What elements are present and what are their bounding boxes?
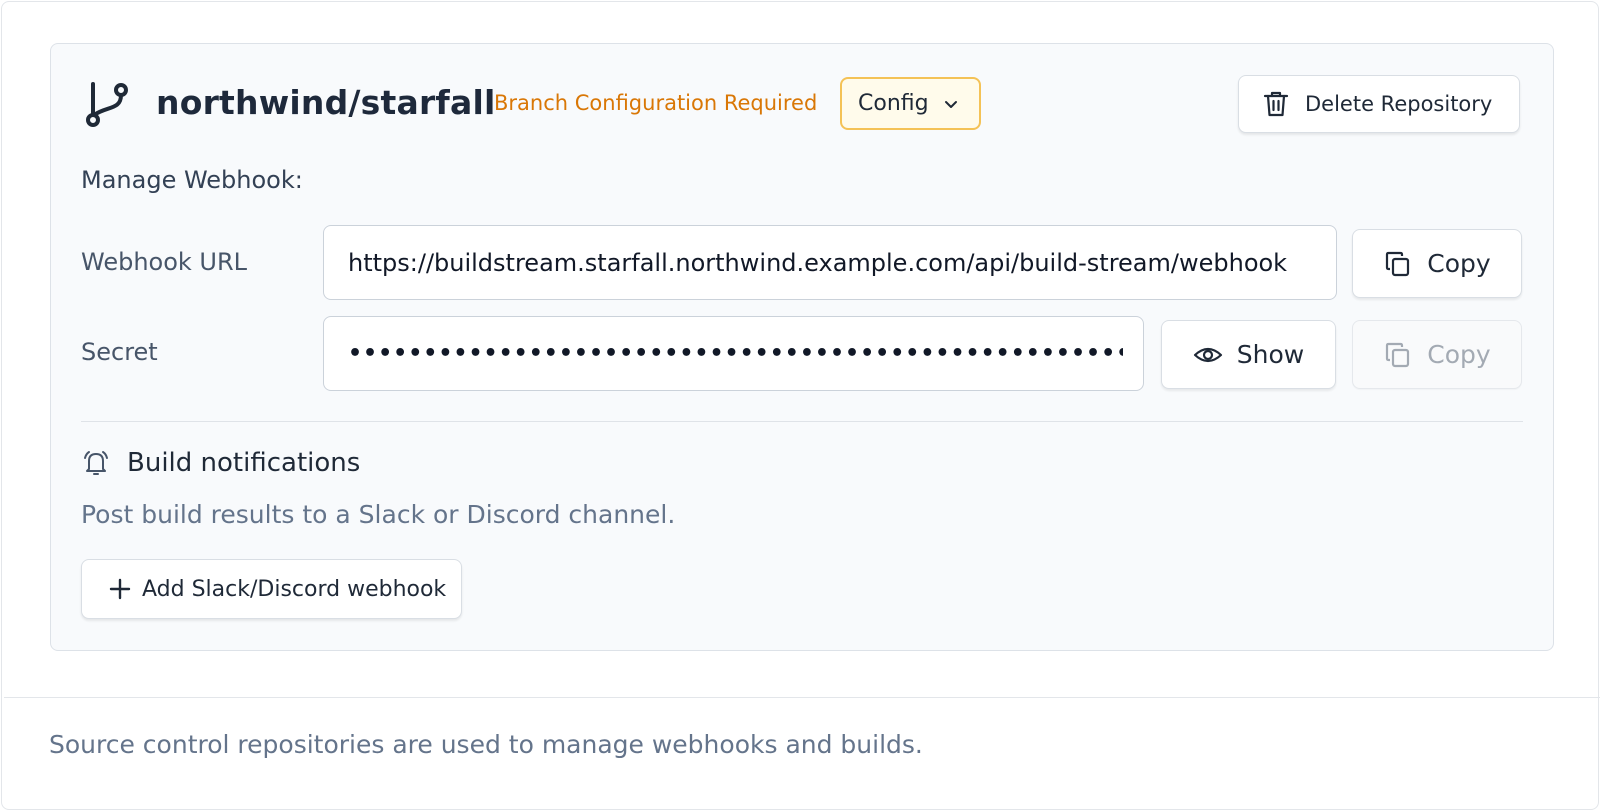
secret-field[interactable]: ••••••••••••••••••••••••••••••••••••••••…: [323, 316, 1144, 391]
webhook-url-label: Webhook URL: [81, 248, 248, 276]
git-branch-icon: [86, 82, 128, 127]
section-divider: [81, 421, 1523, 422]
add-slack-discord-webhook-button[interactable]: Add Slack/Discord webhook: [81, 559, 462, 619]
bell-icon: [84, 451, 108, 475]
show-secret-button[interactable]: Show: [1161, 320, 1336, 389]
repository-name: northwind/starfall: [156, 83, 496, 122]
build-notifications-description: Post build results to a Slack or Discord…: [81, 500, 676, 529]
repository-panel: northwind/starfall Branch Configuration …: [1, 1, 1600, 810]
delete-repository-label: Delete Repository: [1305, 92, 1493, 116]
config-label: Config: [858, 91, 929, 116]
add-webhook-label: Add Slack/Discord webhook: [142, 576, 447, 602]
secret-label: Secret: [81, 338, 158, 366]
webhook-url-value: https://buildstream.starfall.northwind.e…: [348, 248, 1288, 277]
manage-webhook-heading: Manage Webhook:: [81, 166, 303, 194]
secret-value: ••••••••••••••••••••••••••••••••••••••••…: [348, 341, 1123, 366]
copy-icon: [1386, 342, 1410, 367]
webhook-url-field[interactable]: https://buildstream.starfall.northwind.e…: [323, 225, 1337, 300]
trash-icon: [1263, 91, 1289, 117]
plus-icon: [109, 578, 131, 600]
footer-divider: [4, 697, 1600, 698]
show-secret-label: Show: [1236, 340, 1305, 369]
config-dropdown-button[interactable]: Config: [840, 77, 981, 130]
build-notifications-title: Build notifications: [127, 448, 361, 478]
copy-secret-button[interactable]: Copy: [1352, 320, 1522, 389]
copy-secret-label: Copy: [1427, 340, 1491, 369]
delete-repository-button[interactable]: Delete Repository: [1238, 75, 1520, 133]
copy-url-label: Copy: [1427, 249, 1491, 278]
copy-icon: [1386, 251, 1410, 276]
footer-help-text: Source control repositories are used to …: [49, 730, 923, 759]
eye-icon: [1193, 347, 1222, 362]
chevron-down-icon: [944, 100, 957, 108]
repository-status: Branch Configuration Required: [494, 91, 818, 115]
copy-url-button[interactable]: Copy: [1352, 229, 1522, 298]
